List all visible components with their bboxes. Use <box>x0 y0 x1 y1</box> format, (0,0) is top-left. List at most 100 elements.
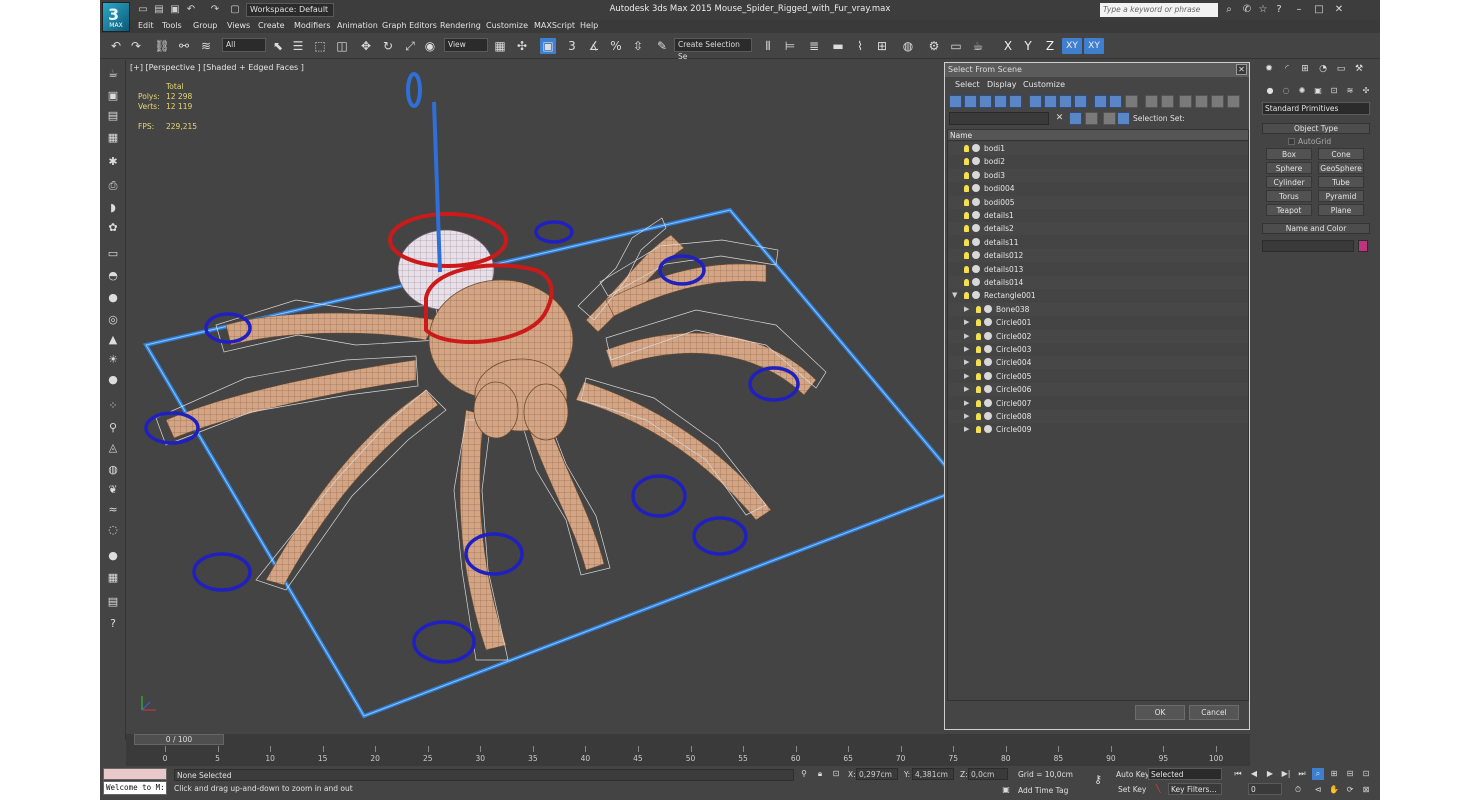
current-frame-field[interactable]: 0 <box>1248 783 1282 795</box>
mirror-icon[interactable]: ⫴ <box>760 38 776 54</box>
dialog-find-input[interactable] <box>949 112 1049 125</box>
light-icon[interactable]: ✱ <box>105 154 121 170</box>
hemisphere-icon[interactable]: ◓ <box>105 268 121 284</box>
play-icon[interactable]: ▶ <box>1264 768 1276 780</box>
name-column-header[interactable]: Name <box>948 130 1248 141</box>
visibility-bulb-icon[interactable] <box>964 171 969 179</box>
key-filters-button[interactable]: Key Filters... <box>1168 783 1222 795</box>
scene-object-row[interactable]: details11 <box>948 236 1248 249</box>
primitive-category-dropdown[interactable]: Standard Primitives <box>1262 102 1370 115</box>
visibility-bulb-icon[interactable] <box>964 145 969 152</box>
spinner-snap-icon[interactable]: ⇳ <box>630 38 646 54</box>
menu-group[interactable]: Group <box>193 21 217 30</box>
save-file-icon[interactable]: ▣ <box>168 3 182 17</box>
app-logo-button[interactable]: 3 MAX <box>102 2 130 32</box>
zoom-icon[interactable]: ⌕ <box>1312 768 1324 780</box>
menu-maxscript[interactable]: MAXScript <box>534 21 575 30</box>
scene-object-row[interactable]: ▶ Circle004 <box>948 356 1248 370</box>
mesh-icon[interactable]: ◬ <box>105 440 121 456</box>
edit-named-selection-icon[interactable]: ✎ <box>654 38 670 54</box>
y-coord-field[interactable]: 4,381cm <box>912 768 954 780</box>
axis-z-button[interactable]: Z <box>1042 38 1058 54</box>
selection-lock-icon[interactable]: 🔒︎ <box>814 768 826 780</box>
menu-modifiers[interactable]: Modifiers <box>294 21 331 30</box>
scene-object-row[interactable]: bodi3 <box>948 168 1248 182</box>
utilities-tab-icon[interactable]: ⚒ <box>1352 62 1366 76</box>
scene-object-row[interactable]: bodi2 <box>948 155 1248 168</box>
undo-icon[interactable]: ↶ <box>108 38 124 54</box>
tube-button[interactable]: Tube <box>1318 176 1364 188</box>
bind-space-warp-icon[interactable]: ≋ <box>198 38 214 54</box>
expand-arrow-icon[interactable]: ▶ <box>964 410 969 423</box>
settings-icon[interactable]: ▤ <box>105 594 121 610</box>
scene-object-row[interactable]: details014 <box>948 276 1248 289</box>
display-none-icon[interactable] <box>1145 95 1158 108</box>
dialog-close-icon[interactable]: ✕ <box>1236 64 1247 75</box>
display-frozen-icon[interactable] <box>1109 95 1122 108</box>
display-cameras-icon[interactable] <box>994 95 1007 108</box>
pyramid-button[interactable]: Pyramid <box>1318 190 1364 202</box>
visibility-bulb-icon[interactable] <box>964 225 969 233</box>
maximize-viewport-icon[interactable]: ⊡ <box>1360 768 1372 780</box>
help-icon[interactable]: ? <box>1272 3 1286 17</box>
scene-object-row[interactable]: ▶ Circle008 <box>948 410 1248 423</box>
hierarchy-tab-icon[interactable]: ⊞ <box>1298 62 1312 76</box>
ok-button[interactable]: OK <box>1135 705 1185 720</box>
zoom-extents-icon[interactable]: ⊟ <box>1344 768 1356 780</box>
visibility-bulb-icon[interactable] <box>964 158 969 166</box>
rendered-frame-icon[interactable]: ▭ <box>948 38 964 54</box>
rotate-icon[interactable]: ↻ <box>380 38 396 54</box>
selection-set-icon[interactable] <box>1117 112 1130 125</box>
dialog-menu-customize[interactable]: Customize <box>1023 80 1065 89</box>
scene-object-row[interactable]: ▶ Circle007 <box>948 397 1248 410</box>
cancel-button[interactable]: Cancel <box>1189 705 1239 720</box>
absolute-mode-icon[interactable]: ⊡ <box>830 768 842 780</box>
visibility-bulb-icon[interactable] <box>964 279 969 286</box>
key-mode-dropdown[interactable]: Selected <box>1148 768 1222 780</box>
dialog-menu-display[interactable]: Display <box>987 80 1017 89</box>
visibility-bulb-icon[interactable] <box>964 238 969 246</box>
display-all-icon[interactable] <box>1125 95 1138 108</box>
move-icon[interactable]: ✥ <box>358 38 374 54</box>
pan-icon[interactable]: ✋ <box>1328 784 1340 796</box>
snap-toggle-icon[interactable]: 3 <box>564 38 580 54</box>
sphere-icon[interactable]: ● <box>105 290 121 306</box>
scene-object-row[interactable]: details1 <box>948 209 1248 222</box>
z-coord-field[interactable]: 0,0cm <box>968 768 1008 780</box>
helpers-icon[interactable]: ⊡ <box>1328 85 1340 97</box>
display-children-icon[interactable] <box>1179 95 1192 108</box>
pivot-center-icon[interactable]: ▦ <box>492 38 508 54</box>
visibility-bulb-icon[interactable] <box>964 185 969 193</box>
ball-icon[interactable]: ● <box>105 372 121 388</box>
scene-object-row[interactable]: details2 <box>948 222 1248 236</box>
dialog-menu-select[interactable]: Select <box>955 80 980 89</box>
paint-icon[interactable]: ✿ <box>105 220 121 236</box>
menu-customize[interactable]: Customize <box>486 21 528 30</box>
particles-icon[interactable]: ⁘ <box>105 398 121 414</box>
time-slider-thumb[interactable]: 0 / 100 <box>134 734 224 745</box>
close-icon[interactable]: ✕ <box>1332 3 1346 17</box>
scene-object-list[interactable]: Name bodi1 bodi2 bodi3 bodi004 bodi005 detail… <box>947 129 1249 701</box>
shader-ball-icon[interactable]: ● <box>105 548 121 564</box>
scene-object-row[interactable]: bodi005 <box>948 195 1248 209</box>
shapes-icon[interactable]: ◌ <box>1280 85 1292 97</box>
select-by-name-icon[interactable]: ☰ <box>290 38 306 54</box>
select-object-icon[interactable]: ⬉ <box>270 38 286 54</box>
scene-object-row[interactable]: ▶ Circle003 <box>948 343 1248 356</box>
layer-manager-icon[interactable]: ≣ <box>806 38 822 54</box>
scene-object-row[interactable]: details012 <box>948 249 1248 263</box>
sun-icon[interactable]: ☀ <box>105 352 121 368</box>
visibility-bulb-icon[interactable] <box>976 426 981 434</box>
unlink-icon[interactable]: ⚯ <box>176 38 192 54</box>
display-xrefs-icon[interactable] <box>1059 95 1072 108</box>
perspective-viewport[interactable]: [+] [Perspective ] [Shaded + Edged Faces… <box>126 60 944 734</box>
expand-arrow-icon[interactable]: ▶ <box>964 370 969 383</box>
geometry-icon[interactable]: ● <box>1264 85 1276 97</box>
visibility-bulb-icon[interactable] <box>976 319 981 327</box>
modify-tab-icon[interactable]: ◜ <box>1280 62 1294 76</box>
display-containers-icon[interactable] <box>1094 95 1107 108</box>
field-of-view-icon[interactable]: ⊲ <box>1312 784 1324 796</box>
expand-arrow-icon[interactable]: ▶ <box>964 383 969 396</box>
minimize-icon[interactable]: – <box>1292 3 1306 17</box>
previous-frame-icon[interactable]: ◀ <box>1248 768 1260 780</box>
